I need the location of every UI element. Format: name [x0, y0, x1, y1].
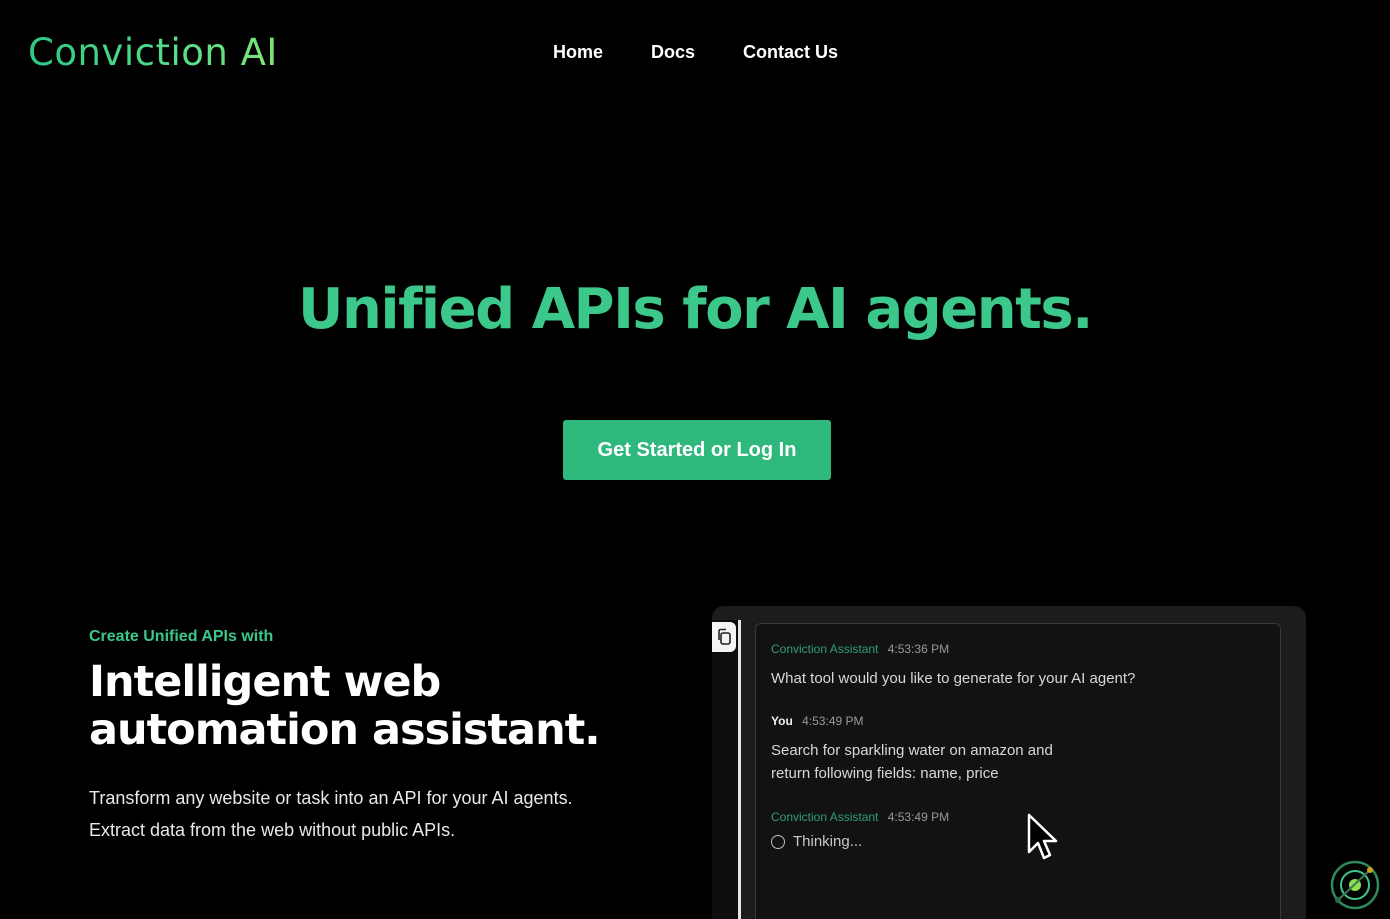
- message-text-line1: Search for sparkling water on amazon and: [771, 742, 1053, 759]
- message-time: 4:53:49 PM: [887, 810, 950, 824]
- page: Conviction AI Home Docs Contact Us Unifi…: [0, 0, 1390, 919]
- orbit-widget-icon[interactable]: [1328, 858, 1382, 917]
- message-time: 4:53:36 PM: [887, 642, 950, 656]
- message-meta: Conviction Assistant 4:53:49 PM: [771, 809, 949, 825]
- feature-title-line2: automation assistant.: [89, 705, 601, 755]
- demo-sidebar: [712, 620, 741, 919]
- chat-message: Conviction Assistant 4:53:49 PM Thinking…: [771, 809, 949, 850]
- get-started-button[interactable]: Get Started or Log In: [563, 420, 831, 480]
- feature-title-line1: Intelligent web: [89, 657, 441, 707]
- mouse-cursor-icon: [1026, 812, 1060, 869]
- message-text: Search for sparkling water on amazon and…: [771, 739, 1053, 785]
- loading-circle-icon: [771, 834, 785, 849]
- main-nav: Home Docs Contact Us: [553, 40, 838, 64]
- feature-desc-line2: Extract data from the web without public…: [89, 820, 456, 840]
- thinking-text: Thinking...: [793, 833, 863, 850]
- feature-title: Intelligent web automation assistant.: [89, 658, 689, 754]
- nav-home-link[interactable]: Home: [553, 40, 603, 64]
- chat-message: You 4:53:49 PM Search for sparkling wate…: [771, 713, 1053, 785]
- logo[interactable]: Conviction AI: [28, 28, 278, 78]
- chat-demo-window: Conviction Assistant 4:53:36 PM What too…: [712, 606, 1306, 919]
- thinking-indicator: Thinking...: [771, 833, 949, 850]
- message-text: What tool would you like to generate for…: [771, 670, 1136, 687]
- message-meta: You 4:53:49 PM: [771, 713, 1053, 729]
- copy-icon[interactable]: [712, 622, 736, 652]
- message-time: 4:53:49 PM: [802, 714, 864, 728]
- message-author: Conviction Assistant: [771, 810, 879, 824]
- message-author: You: [771, 714, 793, 728]
- chat-message: Conviction Assistant 4:53:36 PM What too…: [771, 641, 1135, 690]
- feature-eyebrow: Create Unified APIs with: [89, 628, 274, 645]
- nav-docs-link[interactable]: Docs: [651, 40, 695, 64]
- message-author: Conviction Assistant: [771, 642, 879, 656]
- feature-description: Transform any website or task into an AP…: [89, 782, 649, 846]
- feature-desc-line1: Transform any website or task into an AP…: [89, 788, 573, 808]
- message-text-line2: return following fields: name, price: [771, 765, 999, 782]
- nav-contact-link[interactable]: Contact Us: [743, 40, 838, 64]
- chat-panel: Conviction Assistant 4:53:36 PM What too…: [755, 623, 1281, 919]
- hero-title: Unified APIs for AI agents.: [298, 277, 1093, 342]
- message-meta: Conviction Assistant 4:53:36 PM: [771, 641, 1135, 657]
